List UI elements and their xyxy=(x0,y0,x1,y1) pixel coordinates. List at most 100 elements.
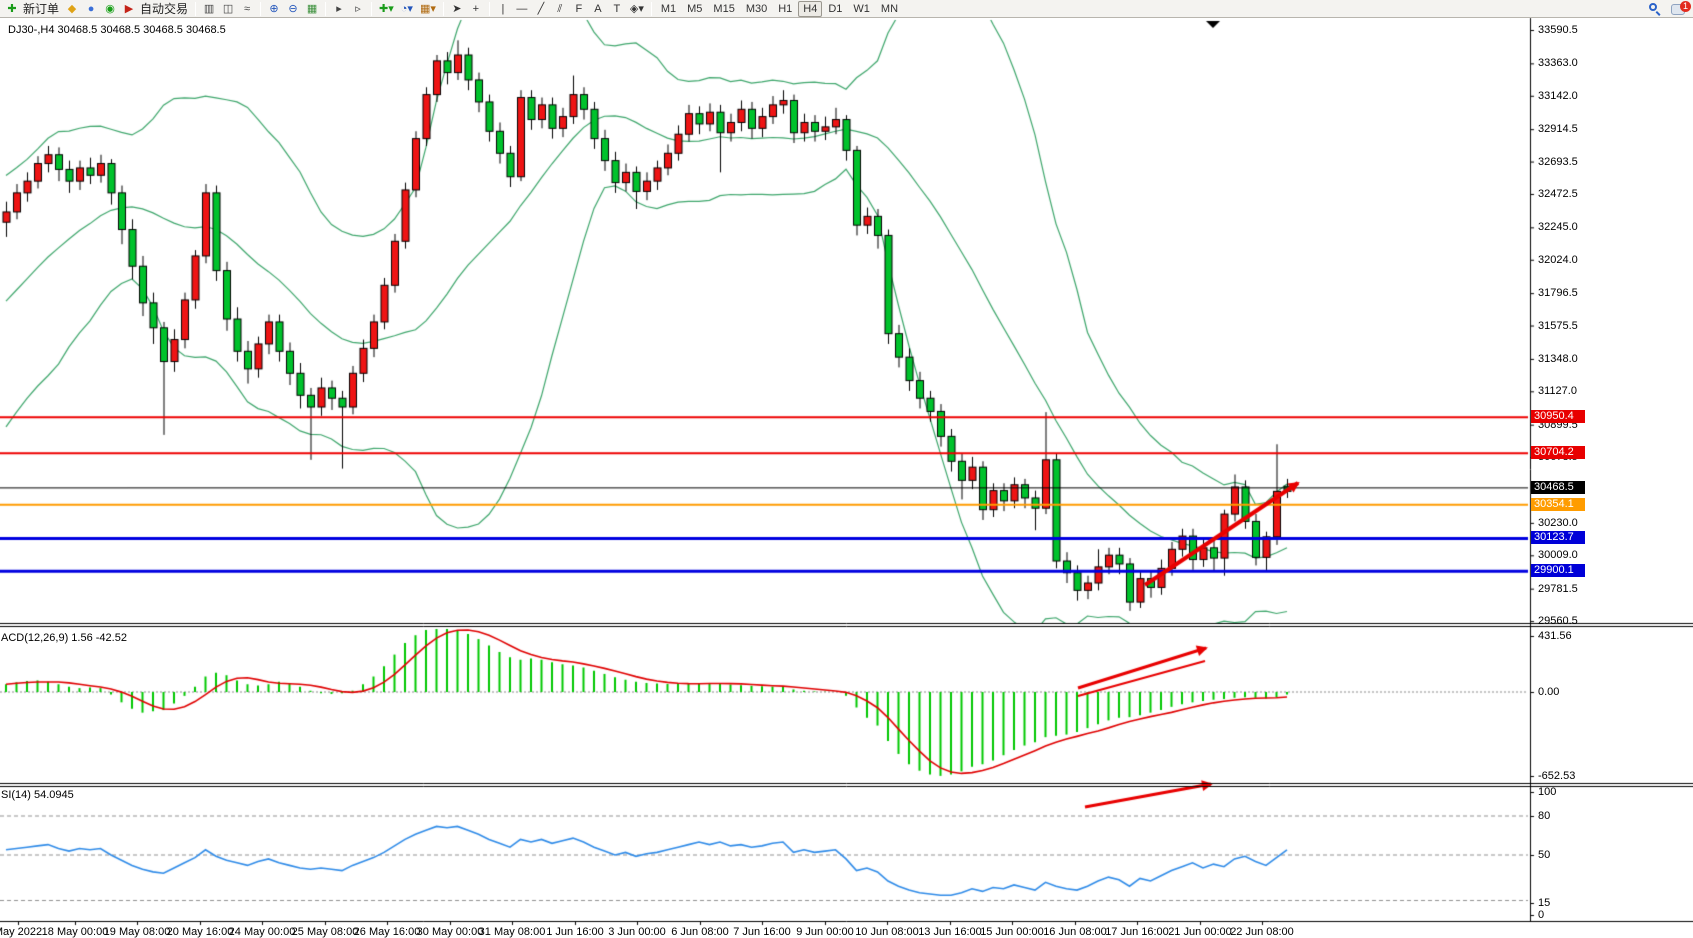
timeframe-button-h4[interactable]: H4 xyxy=(798,1,822,17)
time-axis-label: 26 May 16:00 xyxy=(354,926,421,938)
price-level-badge: 30704.2 xyxy=(1531,446,1585,459)
timeframe-button-w1[interactable]: W1 xyxy=(848,1,875,17)
time-axis-label: 13 Jun 16:00 xyxy=(918,926,982,938)
templates-icon[interactable]: ▦▾ xyxy=(417,1,439,17)
timeframe-button-d1[interactable]: D1 xyxy=(823,1,847,17)
price-level-badge: 30123.7 xyxy=(1531,531,1585,544)
toolbar-divider xyxy=(443,2,444,16)
toolbar-divider xyxy=(489,2,490,16)
macd-axis-tick: 431.56 xyxy=(1538,630,1572,642)
text-icon[interactable]: A xyxy=(589,1,607,17)
time-axis-label: 30 May 00:00 xyxy=(417,926,484,938)
toolbar-divider xyxy=(325,2,326,16)
price-axis-tick: 32472.5 xyxy=(1538,188,1578,200)
time-axis-label: 10 Jun 08:00 xyxy=(855,926,919,938)
time-axis-label: 1 Jun 16:00 xyxy=(546,926,604,938)
price-axis-tick: 31575.5 xyxy=(1538,320,1578,332)
time-axis-label: 22 Jun 08:00 xyxy=(1230,926,1294,938)
price-axis-tick: 29560.5 xyxy=(1538,615,1578,627)
time-axis-label: 19 May 08:00 xyxy=(104,926,171,938)
macd-axis-tick: 0.00 xyxy=(1538,686,1559,698)
new-order-label[interactable]: 新订单 xyxy=(22,0,62,17)
candlestick-chart-icon[interactable]: ◫ xyxy=(219,1,237,17)
cursor-icon[interactable]: ➤ xyxy=(448,1,466,17)
price-axis-tick: 32914.5 xyxy=(1538,123,1578,135)
arrows-icon[interactable]: ◈▾ xyxy=(627,1,647,17)
time-axis-label: 20 May 16:00 xyxy=(167,926,234,938)
toolbar-divider xyxy=(195,2,196,16)
autoscroll-icon[interactable]: ▸ xyxy=(330,1,348,17)
equidistant-channel-icon[interactable]: ⫽ xyxy=(551,1,569,17)
macd-indicator-label: ACD(12,26,9) 1.56 -42.52 xyxy=(1,632,127,644)
price-axis-tick: 32245.0 xyxy=(1538,221,1578,233)
rsi-indicator-label: SI(14) 54.0945 xyxy=(1,789,74,801)
tile-windows-icon[interactable]: ▦ xyxy=(303,1,321,17)
timeframe-button-mn[interactable]: MN xyxy=(876,1,903,17)
vertical-line-icon[interactable]: | xyxy=(494,1,512,17)
autotrading-icon[interactable]: ▶ xyxy=(120,1,138,17)
community-icon[interactable]: ● xyxy=(82,1,100,17)
autotrade-label[interactable]: 自动交易 xyxy=(139,0,191,17)
rsi-axis-tick: 15 xyxy=(1538,897,1550,909)
time-axis-label: May 2022 xyxy=(0,926,42,938)
chart-symbol-title: DJ30-,H4 30468.5 30468.5 30468.5 30468.5 xyxy=(8,24,226,36)
toolbar-divider xyxy=(651,2,652,16)
signals-icon[interactable]: ◉ xyxy=(101,1,119,17)
bar-chart-icon[interactable]: ▥ xyxy=(200,1,218,17)
time-axis-label: 25 May 08:00 xyxy=(292,926,359,938)
rsi-axis-tick: 100 xyxy=(1538,786,1556,798)
price-axis-tick: 32024.0 xyxy=(1538,254,1578,266)
toolbar-divider xyxy=(371,2,372,16)
timeframe-button-m1[interactable]: M1 xyxy=(656,1,681,17)
macd-axis-tick: -652.53 xyxy=(1538,770,1575,782)
time-axis-label: 3 Jun 00:00 xyxy=(608,926,666,938)
indicators-icon[interactable]: ✚▾ xyxy=(376,1,397,17)
price-level-badge: 30468.5 xyxy=(1531,481,1585,494)
price-axis-tick: 29781.5 xyxy=(1538,583,1578,595)
price-axis-tick: 30009.0 xyxy=(1538,549,1578,561)
community-chat-icon[interactable]: 1 xyxy=(1671,4,1685,15)
rsi-axis-tick: 50 xyxy=(1538,849,1550,861)
line-chart-icon[interactable]: ≈ xyxy=(238,1,256,17)
zoom-in-icon[interactable]: ⊕ xyxy=(265,1,283,17)
chart-canvas[interactable] xyxy=(0,0,1693,938)
text-label-icon[interactable]: T xyxy=(608,1,626,17)
time-axis-label: 9 Jun 00:00 xyxy=(796,926,854,938)
timeframe-button-m15[interactable]: M15 xyxy=(708,1,739,17)
time-axis-label: 24 May 00:00 xyxy=(229,926,296,938)
timeframe-button-m5[interactable]: M5 xyxy=(682,1,707,17)
time-axis-label: 16 Jun 08:00 xyxy=(1043,926,1107,938)
trendline-icon[interactable]: ╱ xyxy=(532,1,550,17)
new-order-icon[interactable]: ✚ xyxy=(3,1,21,17)
time-axis-label: 6 Jun 08:00 xyxy=(671,926,729,938)
price-axis-tick: 33590.5 xyxy=(1538,24,1578,36)
price-level-badge: 30950.4 xyxy=(1531,410,1585,423)
rsi-axis-tick: 0 xyxy=(1538,909,1544,921)
crosshair-icon[interactable]: + xyxy=(467,1,485,17)
toolbar-divider xyxy=(260,2,261,16)
time-axis-label: 18 May 00:00 xyxy=(42,926,109,938)
fibonacci-icon[interactable]: F xyxy=(570,1,588,17)
time-axis-label: 17 Jun 16:00 xyxy=(1105,926,1169,938)
timeframe-button-h1[interactable]: H1 xyxy=(773,1,797,17)
price-level-badge: 29900.1 xyxy=(1531,564,1585,577)
horizontal-line-icon[interactable]: — xyxy=(513,1,531,17)
chart-shift-icon[interactable]: ▹ xyxy=(349,1,367,17)
marker-icon[interactable]: ◆ xyxy=(63,1,81,17)
price-axis-tick: 33363.0 xyxy=(1538,57,1578,69)
price-axis-tick: 31348.0 xyxy=(1538,353,1578,365)
price-level-badge: 30354.1 xyxy=(1531,498,1585,511)
toolbar-right-group: 1 xyxy=(1649,1,1685,17)
price-axis-tick: 32693.5 xyxy=(1538,156,1578,168)
periods-icon[interactable]: ◔▾ xyxy=(398,1,416,17)
main-toolbar: ✚新订单◆●◉▶自动交易▥◫≈⊕⊖▦▸▹✚▾◔▾▦▾➤+|—╱⫽FAT◈▾M1M… xyxy=(0,0,1693,18)
timeframe-button-m30[interactable]: M30 xyxy=(741,1,772,17)
time-axis-label: 7 Jun 16:00 xyxy=(733,926,791,938)
search-icon[interactable] xyxy=(1649,3,1661,15)
trading-platform-window: ✚新订单◆●◉▶自动交易▥◫≈⊕⊖▦▸▹✚▾◔▾▦▾➤+|—╱⫽FAT◈▾M1M… xyxy=(0,0,1693,938)
rsi-axis-tick: 80 xyxy=(1538,810,1550,822)
zoom-out-icon[interactable]: ⊖ xyxy=(284,1,302,17)
notification-badge: 1 xyxy=(1680,1,1691,12)
price-axis-tick: 31127.0 xyxy=(1538,385,1577,397)
time-axis-label: 15 Jun 00:00 xyxy=(980,926,1044,938)
